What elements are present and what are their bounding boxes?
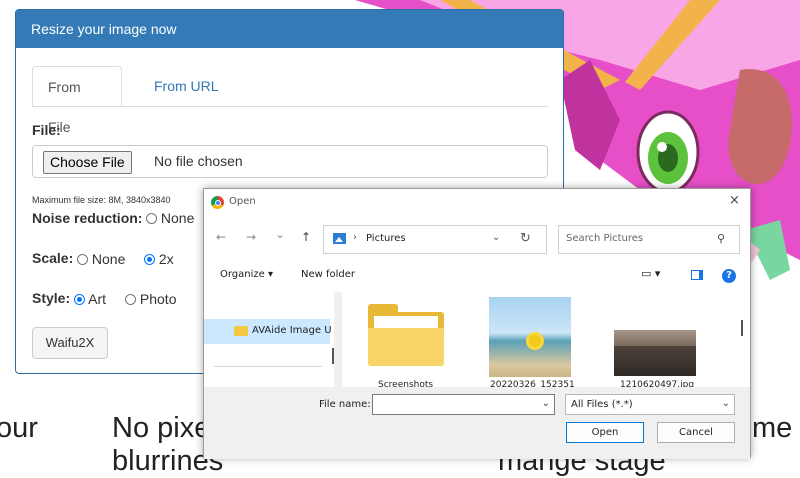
address-dropdown-icon[interactable]: ⌄: [492, 232, 500, 243]
image-thumbnail-street[interactable]: [614, 330, 696, 376]
divider: [214, 366, 322, 367]
view-options-icon[interactable]: ▭ ▾: [641, 267, 660, 280]
scale-label: Scale:: [32, 250, 74, 266]
chevron-down-icon[interactable]: ⌄: [542, 398, 550, 409]
sidebar-item-label: AVAide Image U: [252, 325, 332, 336]
noise-option-label: None: [160, 210, 195, 226]
new-folder-button[interactable]: New folder: [301, 269, 355, 280]
filename-input[interactable]: ⌄: [372, 394, 555, 415]
radio-icon[interactable]: [146, 213, 157, 224]
max-size-note: Maximum file size: 8M, 3840x3840: [32, 195, 171, 205]
dialog-titlebar: Open ×: [204, 189, 750, 216]
help-icon[interactable]: ?: [722, 269, 736, 283]
up-arrow-icon[interactable]: ↑: [301, 230, 311, 244]
folder-screenshots-icon[interactable]: [368, 304, 444, 366]
file-input[interactable]: Choose File No file chosen: [32, 145, 548, 178]
image-thumbnail-beach[interactable]: [489, 297, 571, 377]
radio-icon[interactable]: [125, 294, 136, 305]
file-list: Screenshots 20220326_152351 1210620497.j…: [342, 292, 750, 390]
close-icon[interactable]: ×: [729, 193, 740, 208]
cancel-button[interactable]: Cancel: [657, 422, 735, 443]
forward-arrow-icon[interactable]: →: [246, 230, 256, 244]
tab-from-url[interactable]: From URL: [139, 66, 234, 106]
page-text-left: our: [0, 412, 38, 444]
page-text-right: me a: [752, 412, 800, 444]
chrome-icon: [211, 196, 224, 209]
style-option-art[interactable]: Art: [74, 291, 106, 307]
scale-option-none[interactable]: None: [77, 251, 125, 267]
recent-locations-icon[interactable]: ⌄: [275, 227, 285, 241]
open-button[interactable]: Open: [566, 422, 644, 443]
dialog-navbar: ← → ⌄ ↑ › Pictures ⌄ ↻ Search Pictures ⚲: [204, 216, 750, 260]
search-placeholder: Search Pictures: [566, 233, 644, 244]
file-type-value: All Files (*.*): [571, 399, 633, 410]
page-text-middle: No pixe: [112, 412, 211, 444]
panel-title: Resize your image now: [16, 10, 563, 48]
style-option-label: Art: [88, 291, 107, 307]
address-bar[interactable]: › Pictures ⌄ ↻: [323, 225, 547, 254]
style-label: Style:: [32, 290, 71, 306]
noise-option-none[interactable]: None: [146, 210, 194, 226]
nav-scrollbar[interactable]: [332, 348, 334, 364]
folder-icon: [234, 326, 248, 336]
scale-option-label: None: [91, 251, 126, 267]
refresh-icon[interactable]: ↻: [520, 231, 531, 246]
radio-selected-icon[interactable]: [144, 254, 155, 265]
sidebar-item-avaide[interactable]: AVAide Image U: [204, 319, 332, 344]
file-label: File:: [32, 122, 61, 138]
files-scrollbar[interactable]: [741, 320, 743, 336]
flower-icon: [529, 335, 541, 347]
search-box[interactable]: Search Pictures ⚲: [558, 225, 740, 254]
scale-option-label: 2x: [158, 251, 174, 267]
breadcrumb-separator: ›: [353, 232, 357, 243]
dialog-footer: File name: ⌄ All Files (*.*) ⌄ Open Canc…: [204, 387, 750, 459]
filename-label: File name:: [319, 399, 371, 410]
organize-menu[interactable]: Organize ▾: [220, 269, 273, 280]
tab-from-file[interactable]: From File: [32, 66, 122, 135]
back-arrow-icon[interactable]: ←: [216, 230, 226, 244]
file-type-select[interactable]: All Files (*.*) ⌄: [565, 394, 735, 415]
search-icon[interactable]: ⚲: [717, 232, 725, 245]
scale-option-2x[interactable]: 2x: [144, 251, 174, 267]
choose-file-button[interactable]: Choose File: [43, 151, 132, 174]
chevron-down-icon[interactable]: ⌄: [722, 398, 730, 409]
no-file-text: No file chosen: [154, 153, 243, 169]
radio-icon[interactable]: [77, 254, 88, 265]
radio-selected-icon[interactable]: [74, 294, 85, 305]
style-option-label: Photo: [139, 291, 177, 307]
navigation-pane: AVAide Image U: [204, 292, 334, 387]
noise-reduction-label: Noise reduction:: [32, 210, 143, 226]
dialog-title: Open: [229, 196, 256, 207]
dialog-toolbar: Organize ▾ New folder ▭ ▾ ?: [204, 260, 750, 292]
waifu2x-button[interactable]: Waifu2X: [32, 327, 108, 359]
preview-pane-icon[interactable]: [691, 270, 703, 280]
style-option-photo[interactable]: Photo: [125, 291, 176, 307]
breadcrumb-pictures[interactable]: Pictures: [366, 233, 406, 244]
source-tabs: From File From URL: [32, 66, 548, 135]
open-file-dialog: Open × ← → ⌄ ↑ › Pictures ⌄ ↻ Search Pic…: [203, 188, 751, 459]
pictures-icon: [333, 233, 346, 244]
